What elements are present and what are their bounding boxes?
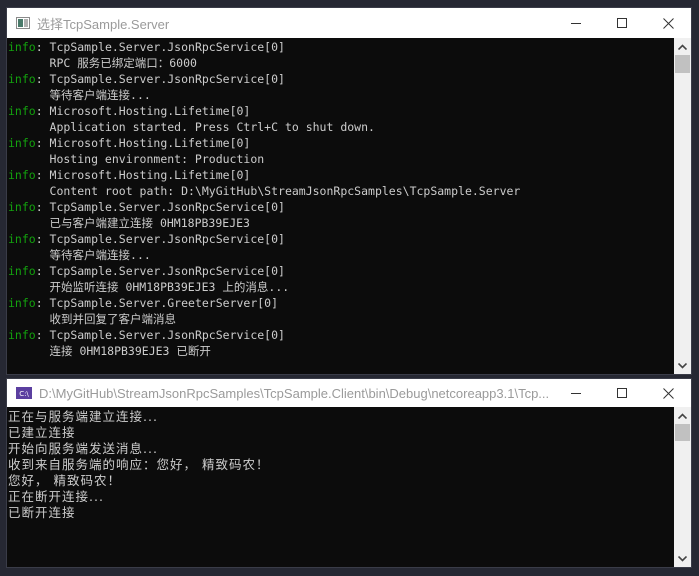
log-line: info: TcpSample.Server.GreeterServer[0]	[7, 295, 674, 311]
cmd-icon: C:\	[16, 387, 32, 399]
log-line: 开始监听连接 0HM18PB39EJE3 上的消息...	[7, 279, 674, 295]
log-text: : TcpSample.Server.JsonRpcService[0]	[35, 72, 285, 86]
close-button[interactable]	[645, 379, 691, 407]
log-line: 连接 0HM18PB39EJE3 已断开	[7, 343, 674, 359]
log-level-label: info	[8, 296, 36, 310]
window-title: 选择TcpSample.Server	[37, 16, 170, 32]
output-line: 已建立连接	[8, 425, 76, 440]
log-text: : TcpSample.Server.JsonRpcService[0]	[35, 264, 285, 278]
log-text: : Microsoft.Hosting.Lifetime[0]	[35, 136, 251, 150]
log-level-label: info	[8, 40, 36, 54]
log-level-label: info	[8, 104, 36, 118]
close-icon	[662, 17, 674, 29]
log-text: 等待客户端连接...	[8, 88, 151, 102]
title-bar[interactable]: C:\ D:\MyGitHub\StreamJsonRpcSamples\Tcp…	[7, 379, 691, 407]
minimize-button[interactable]	[553, 379, 599, 407]
maximize-button[interactable]	[599, 379, 645, 407]
scroll-up-button[interactable]	[674, 38, 691, 55]
close-icon	[662, 387, 674, 399]
client-console-window: C:\ D:\MyGitHub\StreamJsonRpcSamples\Tcp…	[7, 379, 691, 567]
chevron-down-icon	[678, 555, 687, 562]
window-title: D:\MyGitHub\StreamJsonRpcSamples\TcpSamp…	[39, 385, 550, 401]
scroll-up-button[interactable]	[674, 407, 691, 424]
log-line: Content root path: D:\MyGitHub\StreamJso…	[7, 183, 674, 199]
log-text: 等待客户端连接...	[8, 248, 151, 262]
maximize-icon	[617, 18, 627, 28]
output-line: 您好， 精致码农！	[8, 473, 121, 488]
log-text: : Microsoft.Hosting.Lifetime[0]	[35, 168, 251, 182]
close-button[interactable]	[645, 8, 691, 38]
log-text: Content root path: D:\MyGitHub\StreamJso…	[8, 184, 521, 198]
log-line: info: TcpSample.Server.JsonRpcService[0]	[7, 327, 674, 343]
vertical-scrollbar[interactable]	[674, 38, 691, 374]
log-text: Application started. Press Ctrl+C to shu…	[8, 120, 375, 134]
chevron-down-icon	[678, 362, 687, 369]
maximize-icon	[617, 388, 627, 398]
log-line: info: TcpSample.Server.JsonRpcService[0]	[7, 39, 674, 55]
log-line: Application started. Press Ctrl+C to shu…	[7, 119, 674, 135]
log-text: 收到并回复了客户端消息	[8, 312, 177, 326]
log-level-label: info	[8, 232, 36, 246]
log-level-label: info	[8, 200, 36, 214]
minimize-icon	[571, 393, 581, 394]
log-line: 已与客户端建立连接 0HM18PB39EJE3	[7, 215, 674, 231]
log-level-label: info	[8, 264, 36, 278]
log-level-label: info	[8, 136, 36, 150]
server-console-window: 选择TcpSample.Server info: TcpSample.Serve…	[7, 8, 691, 374]
svg-text:C:\: C:\	[19, 390, 29, 398]
log-level-label: info	[8, 72, 36, 86]
console-window-icon	[16, 17, 30, 29]
log-text: 连接 0HM18PB39EJE3 已断开	[8, 344, 211, 358]
log-text: 开始监听连接 0HM18PB39EJE3 上的消息...	[8, 280, 290, 294]
scroll-thumb[interactable]	[675, 55, 690, 73]
vertical-scrollbar[interactable]	[674, 407, 691, 567]
log-line: info: Microsoft.Hosting.Lifetime[0]	[7, 135, 674, 151]
log-text: : TcpSample.Server.JsonRpcService[0]	[35, 328, 285, 342]
scroll-down-button[interactable]	[674, 357, 691, 374]
log-level-label: info	[8, 168, 36, 182]
log-text: RPC 服务已绑定端口：6000	[8, 56, 197, 70]
log-text: : Microsoft.Hosting.Lifetime[0]	[35, 104, 251, 118]
output-line: 正在与服务端建立连接...	[8, 409, 158, 424]
log-text: Hosting environment: Production	[8, 152, 265, 166]
output-line: 开始向服务端发送消息...	[8, 441, 158, 456]
output-line: 正在断开连接...	[8, 489, 104, 504]
log-text: : TcpSample.Server.JsonRpcService[0]	[35, 200, 285, 214]
log-text: : TcpSample.Server.JsonRpcService[0]	[35, 232, 285, 246]
title-bar[interactable]: 选择TcpSample.Server	[7, 8, 691, 38]
log-line: info: TcpSample.Server.JsonRpcService[0]	[7, 231, 674, 247]
log-line: info: TcpSample.Server.JsonRpcService[0]	[7, 199, 674, 215]
output-line: 收到来自服务端的响应：您好， 精致码农！	[8, 457, 270, 472]
log-line: RPC 服务已绑定端口：6000	[7, 55, 674, 71]
log-line: info: TcpSample.Server.JsonRpcService[0]	[7, 263, 674, 279]
log-level-label: info	[8, 328, 36, 342]
log-text: 已与客户端建立连接 0HM18PB39EJE3	[8, 216, 250, 230]
log-line: info: TcpSample.Server.JsonRpcService[0]	[7, 71, 674, 87]
log-line: info: Microsoft.Hosting.Lifetime[0]	[7, 167, 674, 183]
chevron-up-icon	[678, 43, 687, 50]
server-console-output: info: TcpSample.Server.JsonRpcService[0]…	[7, 38, 674, 374]
minimize-icon	[571, 23, 581, 24]
log-line: 收到并回复了客户端消息	[7, 311, 674, 327]
log-line: 等待客户端连接...	[7, 87, 674, 103]
console-area[interactable]: 正在与服务端建立连接... 已建立连接 开始向服务端发送消息... 收到来自服务端的响…	[7, 407, 691, 567]
log-line: info: Microsoft.Hosting.Lifetime[0]	[7, 103, 674, 119]
log-text: : TcpSample.Server.GreeterServer[0]	[35, 296, 279, 310]
log-line: 等待客户端连接...	[7, 247, 674, 263]
log-text: : TcpSample.Server.JsonRpcService[0]	[35, 40, 285, 54]
maximize-button[interactable]	[599, 8, 645, 38]
minimize-button[interactable]	[553, 8, 599, 38]
log-line: Hosting environment: Production	[7, 151, 674, 167]
output-line: 已断开连接	[8, 505, 76, 520]
scroll-thumb[interactable]	[675, 424, 690, 441]
scroll-down-button[interactable]	[674, 550, 691, 567]
chevron-up-icon	[678, 412, 687, 419]
client-console-output: 正在与服务端建立连接... 已建立连接 开始向服务端发送消息... 收到来自服务端的响…	[7, 407, 674, 567]
console-area[interactable]: info: TcpSample.Server.JsonRpcService[0]…	[7, 38, 691, 374]
